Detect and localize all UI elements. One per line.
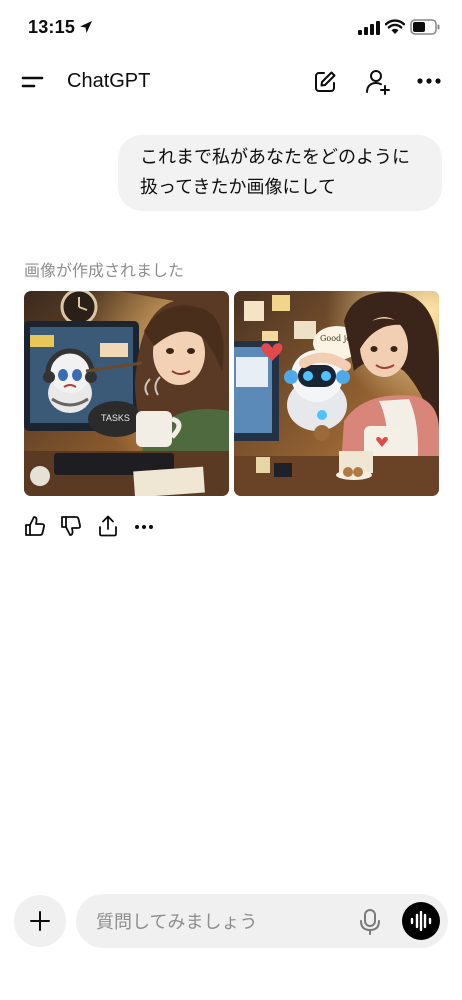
tasks-label: TASKS bbox=[101, 413, 130, 423]
status-bar: 13:15 bbox=[0, 0, 462, 54]
generated-image-1[interactable]: TASKS bbox=[24, 291, 229, 496]
app-header: ChatGPT bbox=[0, 56, 462, 108]
generated-image-2[interactable]: Good job! bbox=[234, 291, 439, 496]
battery-icon bbox=[410, 19, 440, 35]
plus-icon bbox=[30, 911, 50, 931]
share-icon[interactable] bbox=[98, 515, 118, 537]
wifi-icon bbox=[385, 19, 405, 34]
more-icon[interactable] bbox=[134, 524, 154, 530]
add-user-icon[interactable] bbox=[364, 68, 392, 96]
user-message-bubble: これまで私があなたをどのように扱ってきたか画像にして bbox=[118, 135, 442, 211]
image-generated-status: 画像が作成されました bbox=[24, 261, 185, 280]
new-chat-icon[interactable] bbox=[312, 69, 338, 95]
attach-button[interactable] bbox=[14, 895, 66, 947]
mic-icon[interactable] bbox=[359, 909, 381, 935]
user-message-text: これまで私があなたをどのように扱ってきたか画像にして bbox=[140, 147, 410, 198]
signal-icon bbox=[358, 21, 380, 35]
composer bbox=[76, 894, 448, 950]
thumbs-down-icon[interactable] bbox=[60, 515, 82, 537]
more-icon[interactable] bbox=[416, 76, 442, 86]
thumbs-up-icon[interactable] bbox=[24, 515, 46, 537]
app-title[interactable]: ChatGPT bbox=[67, 70, 150, 93]
voice-mode-icon bbox=[410, 911, 432, 931]
status-time: 13:15 bbox=[28, 17, 76, 37]
message-input[interactable] bbox=[94, 894, 348, 950]
location-arrow-icon bbox=[80, 21, 92, 33]
menu-icon[interactable] bbox=[20, 71, 48, 93]
voice-mode-button[interactable] bbox=[402, 902, 440, 940]
